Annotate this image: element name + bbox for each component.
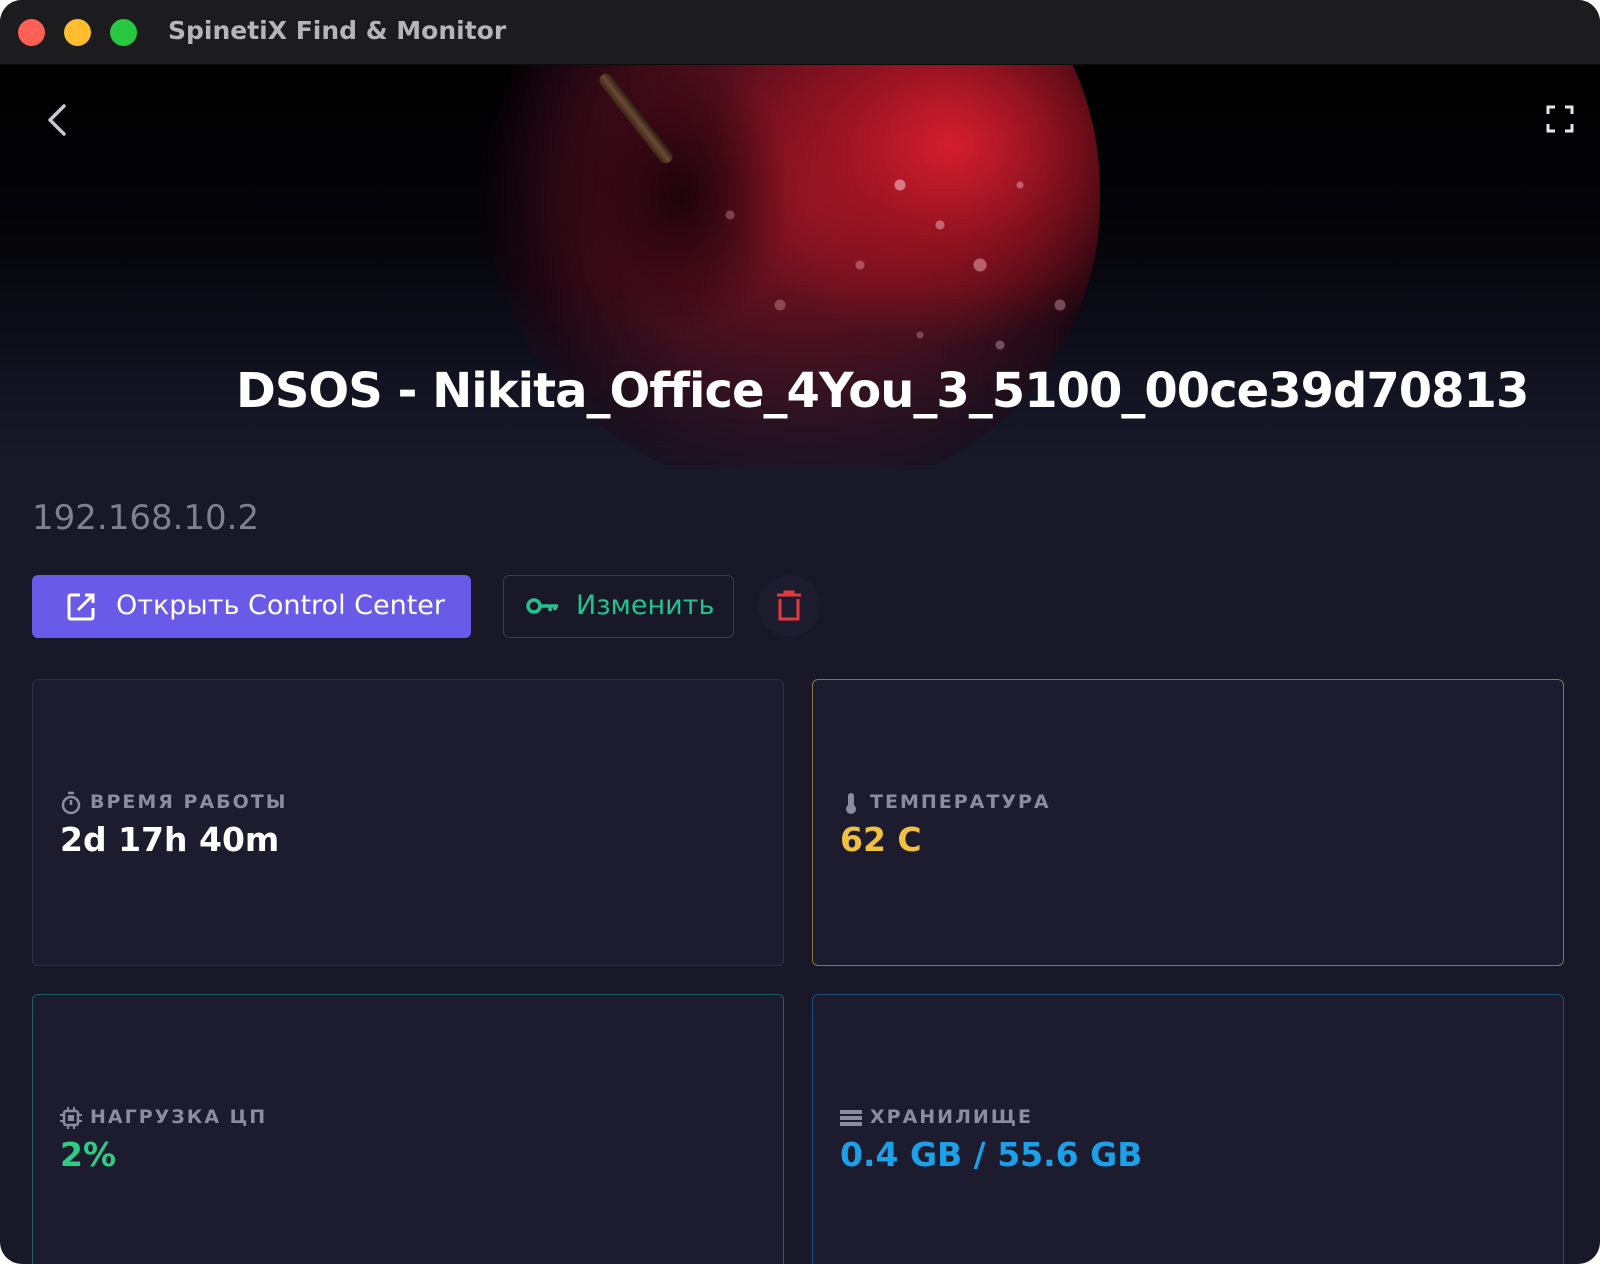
close-window-button[interactable]	[18, 19, 45, 46]
zoom-window-button[interactable]	[110, 19, 137, 46]
trash-icon	[777, 590, 801, 621]
chevron-left-icon	[48, 104, 66, 136]
window-title: SpinetiX Find & Monitor	[168, 16, 507, 45]
edit-button-label: Изменить	[576, 590, 715, 621]
cpu-load-card: НАГРУЗКА ЦП 2%	[32, 994, 784, 1264]
app-window: SpinetiX Find & Monitor DSOS - Nikita_Of…	[0, 0, 1600, 1264]
title-bar: SpinetiX Find & Monitor	[0, 0, 1600, 65]
external-link-icon	[67, 593, 95, 621]
cpu-load-value: 2%	[60, 1135, 117, 1174]
open-control-center-label: Открыть Control Center	[116, 590, 446, 621]
delete-button[interactable]	[758, 575, 820, 637]
edit-button[interactable]: Изменить	[503, 575, 734, 638]
temperature-value: 62 C	[840, 820, 922, 859]
storage-label: ХРАНИЛИЩЕ	[870, 1106, 1033, 1128]
uptime-card: ВРЕМЯ РАБОТЫ 2d 17h 40m	[32, 679, 784, 966]
device-title: DSOS - Nikita_Office_4You_3_5100_00ce39d…	[236, 363, 1529, 419]
temperature-card: ТЕМПЕРАТУРА 62 C	[812, 679, 1564, 966]
storage-card: ХРАНИЛИЩЕ 0.4 GB / 55.6 GB	[812, 994, 1564, 1264]
temperature-label: ТЕМПЕРАТУРА	[870, 791, 1051, 813]
device-hero-banner: DSOS - Nikita_Office_4You_3_5100_00ce39d…	[0, 65, 1600, 465]
uptime-value: 2d 17h 40m	[60, 820, 280, 859]
minimize-window-button[interactable]	[64, 19, 91, 46]
key-icon	[526, 598, 558, 614]
fullscreen-button[interactable]	[1546, 105, 1574, 133]
thermometer-icon	[846, 793, 856, 814]
expand-icon	[1546, 105, 1574, 133]
cpu-load-label: НАГРУЗКА ЦП	[90, 1106, 268, 1128]
open-control-center-button[interactable]: Открыть Control Center	[32, 575, 471, 638]
storage-icon	[840, 1110, 862, 1126]
stopwatch-icon	[61, 791, 81, 815]
storage-value: 0.4 GB / 55.6 GB	[840, 1135, 1143, 1174]
uptime-label: ВРЕМЯ РАБОТЫ	[90, 791, 288, 813]
back-button[interactable]	[38, 100, 78, 140]
cpu-chip-icon	[60, 1107, 82, 1129]
device-ip-address: 192.168.10.2	[32, 498, 260, 538]
